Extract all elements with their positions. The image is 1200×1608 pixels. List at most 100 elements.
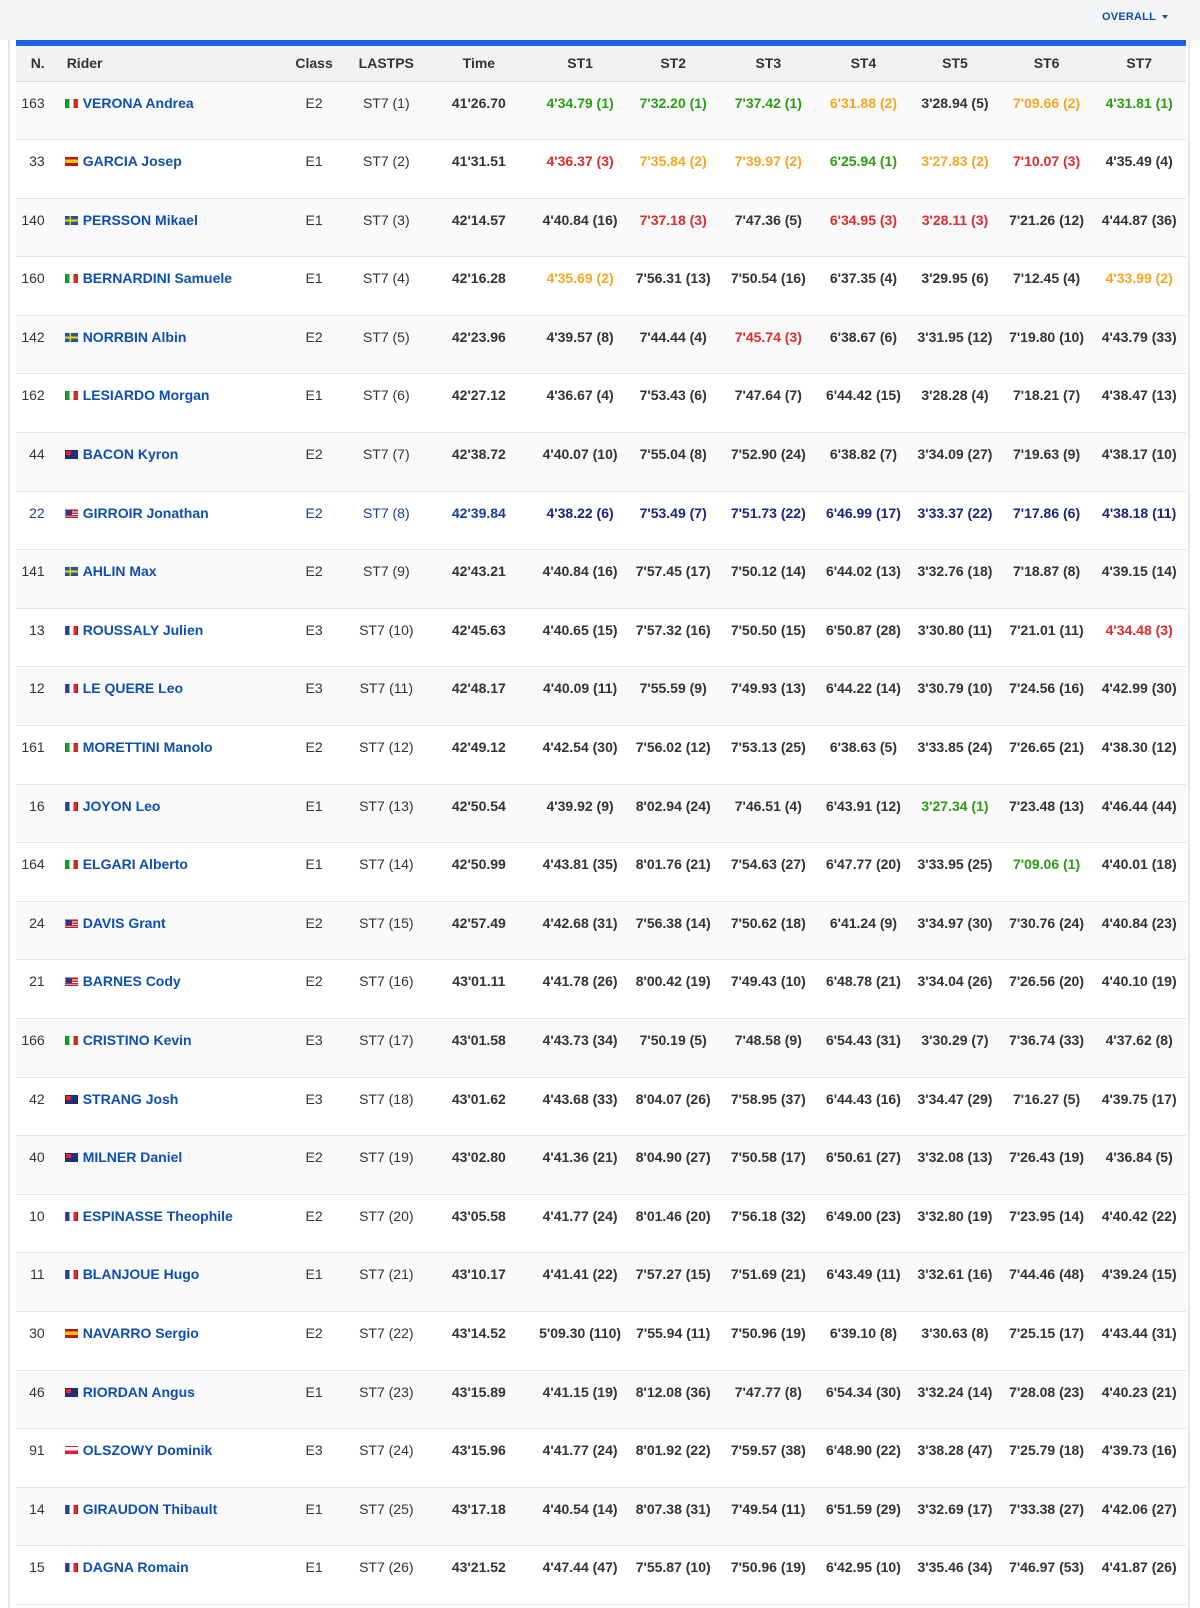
rider-number: 22	[16, 491, 57, 551]
stage-6-time: 7'23.48 (13)	[1000, 784, 1093, 844]
table-row[interactable]: 46 RIORDAN Angus E1 ST7 (23) 43'15.89 4'41.15…	[16, 1370, 1186, 1430]
rider-class: E3	[280, 1018, 348, 1078]
table-row[interactable]: 164 ELGARI Alberto E1 ST7 (14) 42'50.99 4'43.…	[16, 842, 1186, 902]
rider-class: E1	[280, 1252, 348, 1312]
table-row[interactable]: 141 AHLIN Max E2 ST7 (9) 42'43.21 4'40.84 (16…	[16, 549, 1186, 609]
rider-name-link[interactable]: NAVARRO Sergio	[83, 1325, 199, 1341]
table-row[interactable]: 161 MORETTINI Manolo E2 ST7 (12) 42'49.12 4'4…	[16, 725, 1186, 785]
table-row[interactable]: 13 ROUSSALY Julien E3 ST7 (10) 42'45.63 4'40.…	[16, 608, 1186, 668]
stage-3-time: 7'39.97 (2)	[718, 139, 818, 199]
rider-name-link[interactable]: RIORDAN Angus	[83, 1384, 195, 1400]
rider-name-link[interactable]: BARNES Cody	[83, 973, 181, 989]
stage-7-time: 4'40.23 (21)	[1092, 1370, 1186, 1430]
col-header-st4[interactable]: ST4	[817, 46, 910, 82]
rider-name-link[interactable]: ROUSSALY Julien	[83, 622, 204, 638]
table-row[interactable]: 12 LE QUERE Leo E3 ST7 (11) 42'48.17 4'40.09 …	[16, 666, 1186, 727]
col-header-class[interactable]: Class	[280, 46, 348, 82]
rider-number: 46	[16, 1370, 57, 1430]
table-row[interactable]: 142 NORRBIN Albin E2 ST7 (5) 42'23.96 4'39.57…	[16, 315, 1186, 375]
table-row[interactable]: 160 BERNARDINI Samuele E1 ST7 (4) 42'16.28 4'…	[16, 256, 1186, 316]
stage-3-time: 7'50.62 (18)	[718, 901, 818, 961]
rider-name-link[interactable]: GARCIA Josep	[83, 153, 182, 169]
stage-4-time: 6'46.99 (17)	[817, 491, 910, 551]
rider-name-link[interactable]: PERSSON Mikael	[83, 212, 198, 228]
col-header-time[interactable]: Time	[424, 46, 533, 82]
stage-7-time: 4'38.47 (13)	[1092, 373, 1186, 434]
stage-2-time: 7'55.94 (11)	[627, 1311, 719, 1371]
stage-5-time: 3'31.95 (12)	[909, 315, 1001, 375]
rider-name-link[interactable]: BERNARDINI Samuele	[83, 270, 232, 286]
total-time: 43'17.18	[424, 1487, 533, 1547]
table-row[interactable]: 15 DAGNA Romain E1 ST7 (26) 43'21.52 4'47.44 …	[16, 1545, 1186, 1605]
stage-3-time: 7'45.74 (3)	[718, 315, 818, 375]
table-row[interactable]: 14 GIRAUDON Thibault E1 ST7 (25) 43'17.18 4'4…	[16, 1487, 1186, 1547]
table-row[interactable]: 33 GARCIA Josep E1 ST7 (2) 41'31.51 4'36.37 (…	[16, 139, 1186, 199]
rider-name-link[interactable]: GIRAUDON Thibault	[83, 1501, 218, 1517]
rider-number: 161	[16, 725, 57, 785]
rider-name-link[interactable]: OLSZOWY Dominik	[83, 1442, 213, 1458]
rider-name-link[interactable]: DAVIS Grant	[83, 915, 166, 931]
col-header-number[interactable]: N.	[16, 46, 57, 82]
col-header-rider[interactable]: Rider	[56, 46, 281, 82]
table-row[interactable]: 21 BARNES Cody E2 ST7 (16) 43'01.11 4'41.78 (…	[16, 959, 1186, 1019]
col-header-st6[interactable]: ST6	[1000, 46, 1093, 82]
rider-name-link[interactable]: BACON Kyron	[83, 446, 179, 462]
flag-se-icon	[64, 215, 78, 225]
col-header-st5[interactable]: ST5	[909, 46, 1001, 82]
table-row[interactable]: 22 GIRROIR Jonathan E2 ST7 (8) 42'39.84 4'38.…	[16, 491, 1186, 551]
stage-2-time: 7'56.38 (14)	[627, 901, 719, 961]
rider-cell: DAGNA Romain	[56, 1545, 281, 1605]
stage-5-time: 3'32.61 (16)	[909, 1252, 1001, 1312]
table-row[interactable]: 11 BLANJOUE Hugo E1 ST7 (21) 43'10.17 4'41.41…	[16, 1252, 1186, 1312]
table-row[interactable]: 10 ESPINASSE Theophile E2 ST7 (20) 43'05.58 4…	[16, 1194, 1186, 1254]
table-row[interactable]: 166 CRISTINO Kevin E3 ST7 (17) 43'01.58 4'43.…	[16, 1018, 1186, 1078]
rider-name-link[interactable]: LESIARDO Morgan	[83, 387, 210, 403]
table-row[interactable]: 140 PERSSON Mikael E1 ST7 (3) 42'14.57 4'40.8…	[16, 198, 1186, 258]
table-row[interactable]: 30 NAVARRO Sergio E2 ST7 (22) 43'14.52 5'09.3…	[16, 1311, 1186, 1371]
col-header-st7[interactable]: ST7	[1092, 46, 1186, 82]
stage-1-time: 4'36.37 (3)	[532, 139, 628, 199]
rider-name-link[interactable]: ELGARI Alberto	[83, 856, 188, 872]
table-row[interactable]: 16 JOYON Leo E1 ST7 (13) 42'50.54 4'39.92 (9)…	[16, 784, 1186, 844]
table-header-row: N. Rider Class LASTPS Time ST1 ST2 ST3 S…	[16, 46, 1186, 82]
stage-7-time: 4'39.75 (17)	[1092, 1077, 1186, 1137]
stage-2-time: 7'57.27 (15)	[627, 1252, 719, 1312]
table-row[interactable]: 162 LESIARDO Morgan E1 ST7 (6) 42'27.12 4'36.…	[16, 373, 1186, 434]
rider-name-link[interactable]: AHLIN Max	[83, 563, 157, 579]
rider-number: 11	[16, 1252, 57, 1312]
table-row[interactable]: 42 STRANG Josh E3 ST7 (18) 43'01.62 4'43.68 (…	[16, 1077, 1186, 1137]
rider-name-link[interactable]: NORRBIN Albin	[83, 329, 187, 345]
stage-2-time: 8'07.38 (31)	[627, 1487, 719, 1547]
table-row[interactable]: 91 OLSZOWY Dominik E3 ST7 (24) 43'15.96 4'41.…	[16, 1428, 1186, 1488]
rider-name-link[interactable]: CRISTINO Kevin	[83, 1032, 192, 1048]
stage-4-time: 6'44.02 (13)	[817, 549, 910, 609]
table-row[interactable]: 40 MILNER Daniel E2 ST7 (19) 43'02.80 4'41.36…	[16, 1135, 1186, 1195]
rider-name-link[interactable]: VERONA Andrea	[83, 95, 194, 111]
rider-name-link[interactable]: JOYON Leo	[83, 798, 161, 814]
flag-fr-icon	[64, 801, 78, 811]
last-ps: ST7 (10)	[347, 608, 425, 668]
table-row[interactable]: 24 DAVIS Grant E2 ST7 (15) 42'57.49 4'42.68 (…	[16, 901, 1186, 961]
rider-name-link[interactable]: BLANJOUE Hugo	[83, 1266, 200, 1282]
col-header-st1[interactable]: ST1	[532, 46, 628, 82]
stage-4-time: 6'49.00 (23)	[817, 1194, 910, 1254]
table-row[interactable]: 44 BACON Kyron E2 ST7 (7) 42'38.72 4'40.07 (1…	[16, 432, 1186, 492]
stage-2-time: 7'37.18 (3)	[627, 198, 719, 258]
rider-name-link[interactable]: MORETTINI Manolo	[83, 739, 213, 755]
rider-name-link[interactable]: MILNER Daniel	[83, 1149, 183, 1165]
rider-name-link[interactable]: GIRROIR Jonathan	[83, 505, 209, 521]
rider-cell: NORRBIN Albin	[56, 315, 281, 375]
stage-2-time: 7'53.49 (7)	[627, 491, 719, 551]
col-header-st2[interactable]: ST2	[627, 46, 719, 82]
table-row[interactable]: 163 VERONA Andrea E2 ST7 (1) 41'26.70 4'34.79…	[16, 81, 1186, 141]
rider-name-link[interactable]: LE QUERE Leo	[83, 680, 183, 696]
rider-name-link[interactable]: STRANG Josh	[83, 1091, 179, 1107]
col-header-lastps[interactable]: LASTPS	[347, 46, 425, 82]
overall-dropdown[interactable]: OVERALL	[1102, 11, 1168, 23]
rider-name-link[interactable]: DAGNA Romain	[83, 1559, 189, 1575]
rider-cell: ESPINASSE Theophile	[56, 1194, 281, 1254]
flag-es-icon	[64, 1328, 78, 1338]
rider-name-link[interactable]: ESPINASSE Theophile	[83, 1208, 233, 1224]
col-header-st3[interactable]: ST3	[718, 46, 818, 82]
rider-class: E2	[280, 725, 348, 785]
